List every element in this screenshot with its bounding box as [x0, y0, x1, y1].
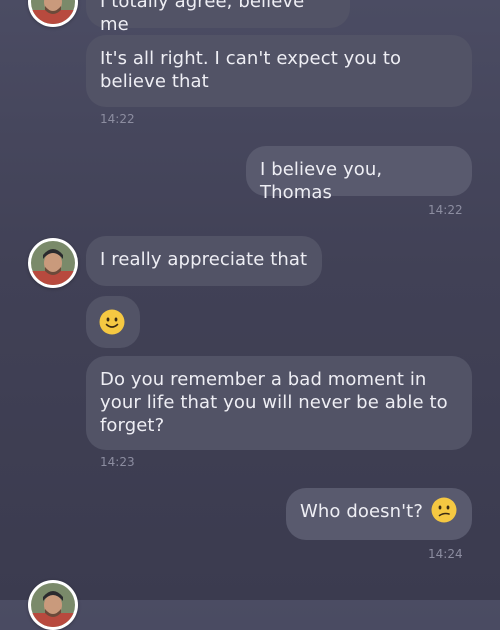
message-text: Who doesn't?: [300, 501, 423, 522]
contact-avatar[interactable]: [28, 0, 78, 27]
avatar-photo: [31, 0, 75, 24]
message-bubble[interactable]: I really appreciate that: [86, 236, 322, 286]
message-text: Do you remember a bad moment in your lif…: [100, 369, 448, 436]
contact-avatar[interactable]: [28, 238, 78, 288]
message-text: I believe you, Thomas: [260, 159, 383, 203]
avatar-photo: [31, 583, 75, 627]
message-timestamp: 14:22: [100, 112, 135, 126]
message-bubble[interactable]: I believe you, Thomas: [246, 146, 472, 203]
message-timestamp: 14:22: [428, 203, 463, 217]
avatar-photo: [31, 241, 75, 285]
confused-face-icon: [431, 497, 457, 523]
message-text: It's all right. I can't expect you to be…: [100, 48, 402, 92]
message-text: I really appreciate that: [100, 249, 308, 270]
message-bubble[interactable]: Do you remember a bad moment in your lif…: [86, 356, 472, 450]
message-bubble[interactable]: Who doesn't?: [286, 488, 472, 540]
message-timestamp: 14:24: [428, 547, 463, 561]
message-bubble[interactable]: [86, 296, 140, 348]
message-bubble[interactable]: I totally agree, believe me: [86, 0, 350, 35]
contact-avatar[interactable]: [28, 580, 78, 630]
slightly-smiling-face-icon: [99, 309, 125, 335]
message-bubble[interactable]: It's all right. I can't expect you to be…: [86, 35, 472, 107]
message-timestamp: 14:23: [100, 455, 135, 469]
chat-thread: I totally agree, believe me It's all rig…: [0, 0, 500, 630]
message-text: I totally agree, believe me: [100, 0, 305, 35]
